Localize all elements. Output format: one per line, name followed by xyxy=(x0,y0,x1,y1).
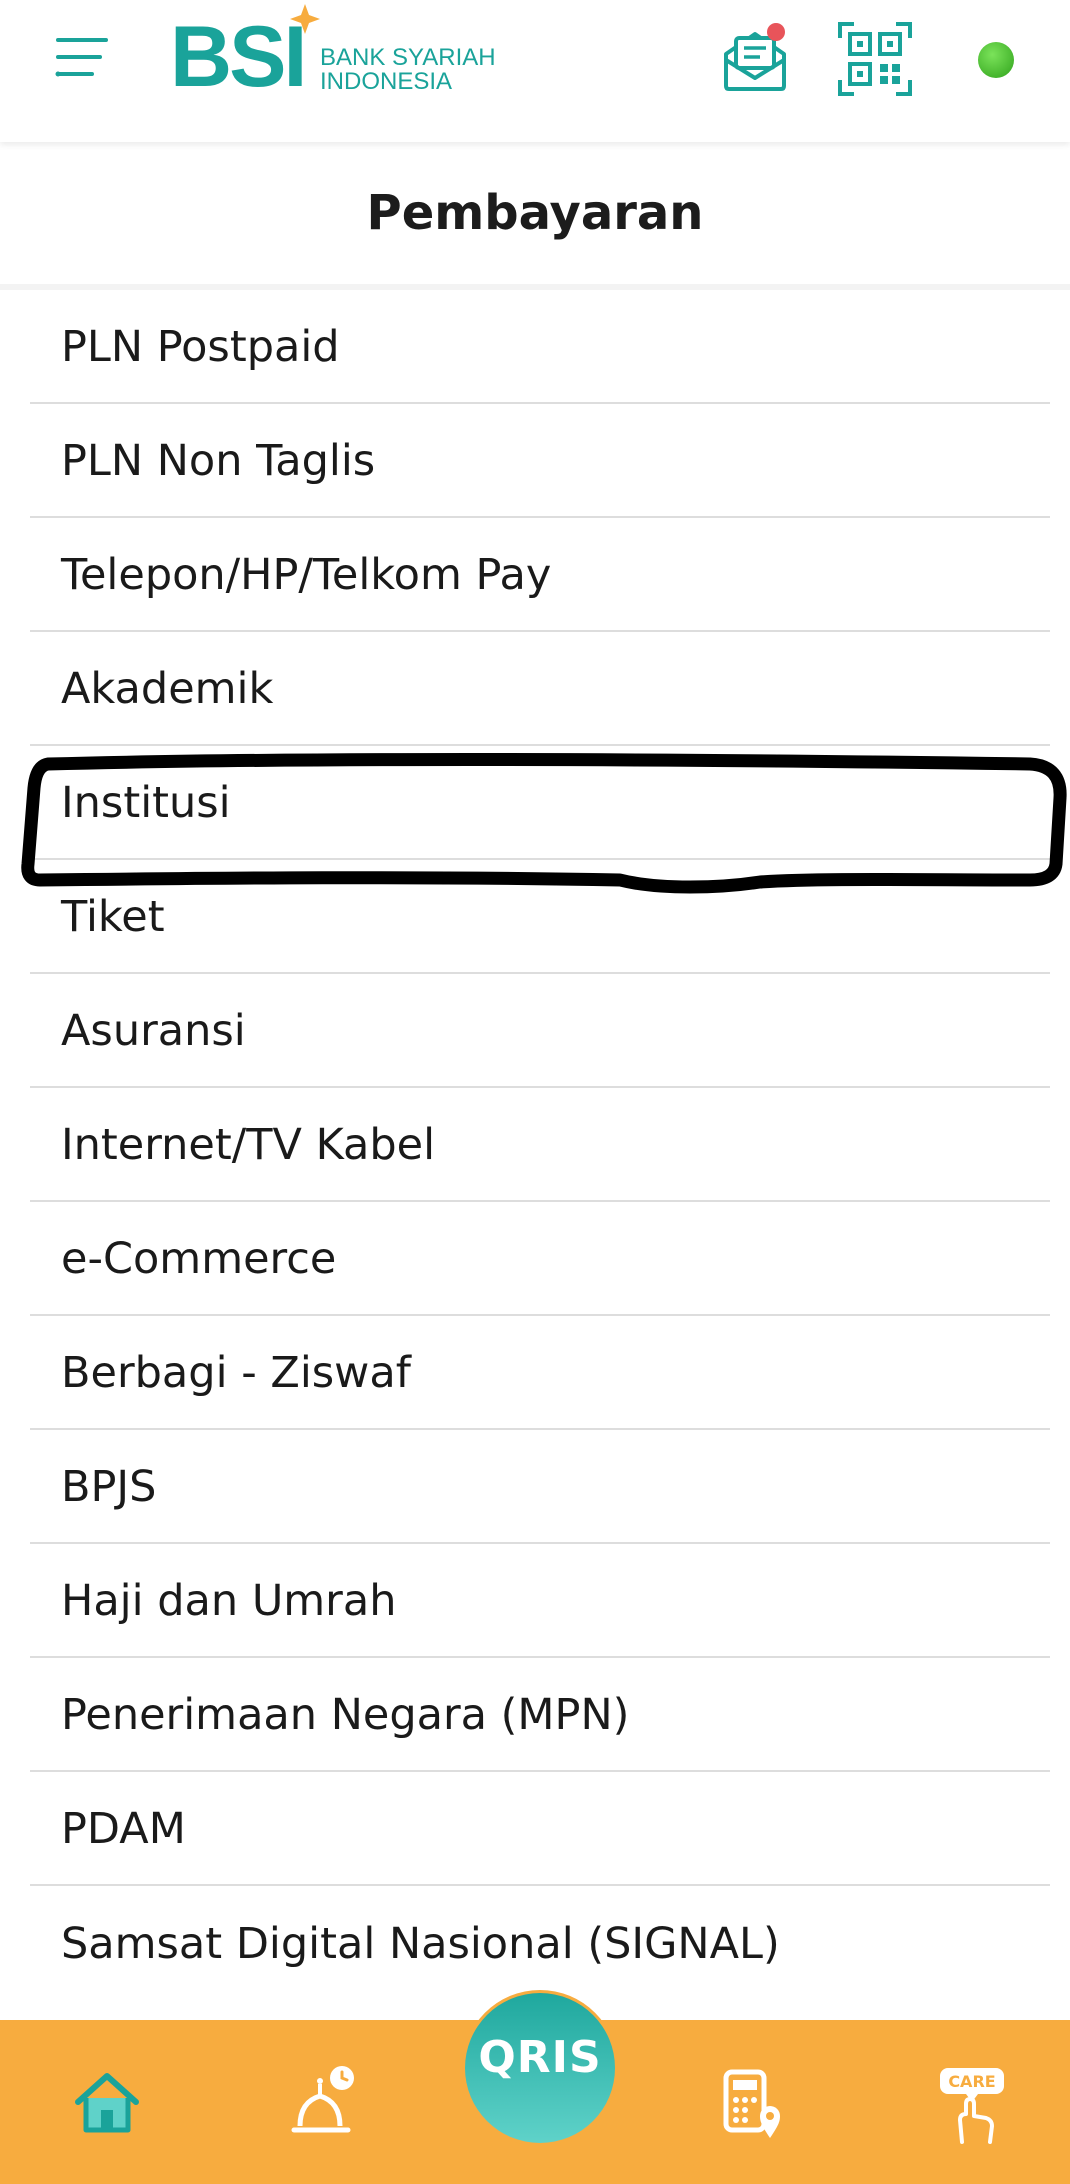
list-item-berbagi-ziswaf[interactable]: Berbagi - Ziswaf xyxy=(30,1316,1050,1430)
list-item-haji-umrah[interactable]: Haji dan Umrah xyxy=(30,1544,1050,1658)
list-item-bpjs[interactable]: BPJS xyxy=(30,1430,1050,1544)
list-item-asuransi[interactable]: Asuransi xyxy=(30,974,1050,1088)
care-hand-icon[interactable]: CARE xyxy=(936,2064,1010,2144)
list-item-internet-tv[interactable]: Internet/TV Kabel xyxy=(30,1088,1050,1202)
envelope-notification-icon[interactable] xyxy=(720,20,790,94)
list-item-label: e-Commerce xyxy=(61,1234,337,1284)
list-item-institusi[interactable]: Institusi xyxy=(30,746,1050,860)
page-title-bar: Pembayaran xyxy=(0,142,1070,284)
list-item-label: PLN Postpaid xyxy=(61,322,340,372)
list-item-label: Akademik xyxy=(61,664,274,714)
app-header: BSI BANK SYARIAH INDONESIA xyxy=(0,0,1070,142)
list-item-label: Tiket xyxy=(61,892,165,942)
qris-label: QRIS xyxy=(478,2031,602,2083)
bsi-logo: BSI BANK SYARIAH INDONESIA xyxy=(170,4,520,104)
calculator-location-icon[interactable] xyxy=(720,2066,790,2140)
list-item-label: Telepon/HP/Telkom Pay xyxy=(61,550,552,600)
list-item-telepon[interactable]: Telepon/HP/Telkom Pay xyxy=(30,518,1050,632)
home-icon[interactable] xyxy=(72,2068,142,2138)
list-item-label: Penerimaan Negara (MPN) xyxy=(61,1690,630,1740)
list-item-label: PDAM xyxy=(61,1804,186,1854)
list-item-ecommerce[interactable]: e-Commerce xyxy=(30,1202,1050,1316)
list-item-akademik[interactable]: Akademik xyxy=(30,632,1050,746)
list-item-samsat[interactable]: Samsat Digital Nasional (SIGNAL) xyxy=(30,1886,1050,2000)
care-label: CARE xyxy=(948,2072,995,2091)
logo-text-line2: INDONESIA xyxy=(320,68,453,95)
list-item-label: Berbagi - Ziswaf xyxy=(61,1348,411,1398)
list-item-label: Asuransi xyxy=(61,1006,246,1056)
list-item-label: PLN Non Taglis xyxy=(61,436,376,486)
mosque-time-icon[interactable] xyxy=(286,2064,360,2140)
logo-text-line1: BANK SYARIAH xyxy=(320,44,496,71)
logo-text: BANK SYARIAH INDONESIA xyxy=(320,46,496,94)
qris-button[interactable]: QRIS xyxy=(462,1990,618,2146)
list-item-mpn[interactable]: Penerimaan Negara (MPN) xyxy=(30,1658,1050,1772)
logo-mark: BSI xyxy=(170,9,307,105)
list-item-label: Samsat Digital Nasional (SIGNAL) xyxy=(61,1919,780,1969)
payment-category-list: PLN Postpaid PLN Non Taglis Telepon/HP/T… xyxy=(30,290,1050,2000)
list-item-tiket[interactable]: Tiket xyxy=(30,860,1050,974)
qr-scan-icon[interactable] xyxy=(836,20,914,98)
list-item-label: Haji dan Umrah xyxy=(61,1576,397,1626)
list-item-pdam[interactable]: PDAM xyxy=(30,1772,1050,1886)
list-item-pln-non-taglis[interactable]: PLN Non Taglis xyxy=(30,404,1050,518)
qris-inner: QRIS xyxy=(465,1993,615,2143)
list-item-label: BPJS xyxy=(61,1462,157,1512)
list-item-pln-postpaid[interactable]: PLN Postpaid xyxy=(30,290,1050,404)
page-title: Pembayaran xyxy=(366,185,704,241)
list-item-label: Internet/TV Kabel xyxy=(61,1120,436,1170)
status-indicator xyxy=(978,42,1014,78)
list-item-label: Institusi xyxy=(61,778,231,828)
hamburger-menu-icon[interactable] xyxy=(52,30,114,88)
